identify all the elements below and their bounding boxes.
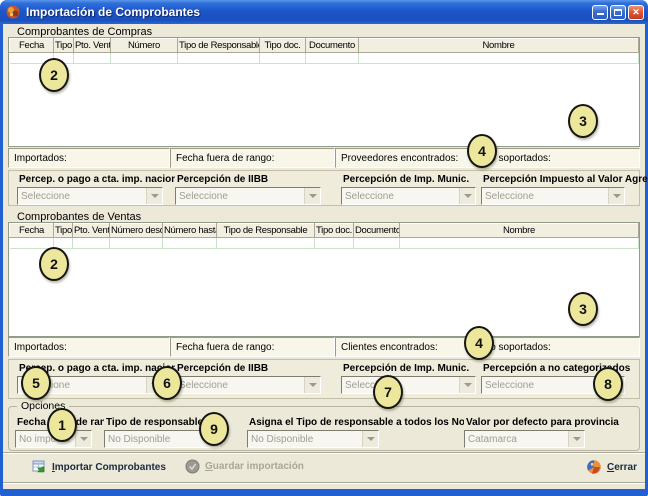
percep-iibb-label: Percepción de IIBB [177, 174, 341, 185]
callout-badge: 5 [21, 366, 51, 400]
divider [3, 482, 645, 484]
titlebar[interactable]: Importación de Comprobantes ✕ [0, 0, 648, 24]
callout-badge: 9 [199, 412, 229, 446]
provincia-default-label: Valor por defecto para provincia [466, 417, 631, 428]
import-comprobantes-window: Importación de Comprobantes ✕ Comprobant… [0, 0, 648, 496]
column-header[interactable]: Tipo de Responsable [178, 39, 260, 53]
chevron-down-icon [459, 377, 475, 393]
chevron-down-icon [362, 431, 378, 447]
callout-badge: 1 [47, 408, 77, 442]
percep-munic-label: Percepción de Imp. Munic. [343, 174, 481, 185]
asigna-tipo-responsable-label: Asigna el Tipo de responsable a todos lo… [249, 417, 464, 428]
footer-toolbar: Importar Comprobantes Guardar importació… [3, 454, 645, 482]
importados-status: Importados: [8, 148, 170, 168]
ventas-stats-row: Importados: Fecha fuera de rango: Client… [8, 337, 640, 357]
column-header[interactable]: Tipo de Responsable [217, 224, 315, 238]
percep-munic-label: Percepción de Imp. Munic. [343, 363, 481, 374]
column-header[interactable]: Tipo doc. [260, 39, 306, 53]
proveedores-encontrados-status: Proveedores encontrados: [335, 148, 477, 168]
importados-status: Importados: [8, 337, 170, 357]
chevron-down-icon [304, 188, 320, 204]
column-header[interactable]: Tipo [54, 39, 74, 53]
chevron-down-icon [459, 188, 475, 204]
percep-munic-select[interactable]: Seleccione [341, 187, 476, 205]
callout-badge: 2 [39, 247, 69, 281]
percep-iibb-select[interactable]: Seleccione [175, 376, 321, 394]
opciones-groupbox: Opciones Fecha fuera de rango No importa… [8, 406, 640, 451]
minimize-button[interactable] [592, 5, 608, 20]
percep-nacionales-select[interactable]: Seleccione [17, 187, 163, 205]
fecha-fuera-rango-status: Fecha fuera de rango: [170, 337, 335, 357]
column-header[interactable]: Nombre [400, 224, 639, 238]
callout-badge: 4 [464, 326, 494, 360]
callout-badge: 2 [39, 58, 69, 92]
column-header[interactable]: Número desde [110, 224, 163, 238]
column-header[interactable]: Número [111, 39, 178, 53]
column-header[interactable]: Número hasta [163, 224, 217, 238]
import-grid-icon [31, 459, 47, 475]
compras-stats-row: Importados: Fecha fuera de rango: Provee… [8, 148, 640, 168]
ventas-grid[interactable]: Fecha Tipo Pto. Venta Número desde Númer… [8, 222, 640, 337]
chevron-down-icon [568, 431, 584, 447]
percep-munic-select[interactable]: Seleccione [341, 376, 476, 394]
maximize-button[interactable] [610, 5, 626, 20]
column-header[interactable]: Fecha [10, 224, 54, 238]
cerrar-button[interactable]: Cerrar [586, 459, 637, 475]
app-icon [5, 4, 21, 20]
column-header[interactable]: Pto. Venta [74, 39, 111, 53]
callout-badge: 8 [593, 367, 623, 401]
percep-iva-select[interactable]: Seleccione [481, 187, 625, 205]
callout-badge: 7 [373, 375, 403, 409]
chevron-down-icon [146, 188, 162, 204]
save-disc-icon [185, 459, 200, 474]
column-header[interactable]: Documento [306, 39, 359, 53]
table-row [10, 238, 639, 249]
column-header[interactable]: Documento [354, 224, 400, 238]
percep-iibb-label: Percepción de IIBB [177, 363, 341, 374]
percep-nacionales-label: Percep. o pago a cta. imp. nacionales [19, 174, 175, 185]
chevron-down-icon [304, 377, 320, 393]
compras-grid[interactable]: Fecha Tipo Pto. Venta Número Tipo de Res… [8, 37, 640, 147]
provincia-default-select[interactable]: Catamarca [464, 430, 585, 448]
clientes-encontrados-status: Clientes encontrados: [335, 337, 477, 357]
callout-badge: 3 [568, 292, 598, 326]
compras-grid-body[interactable] [9, 64, 639, 145]
guardar-importacion-button[interactable]: Guardar importación [185, 459, 304, 474]
callout-badge: 4 [467, 134, 497, 168]
callout-badge: 3 [568, 104, 598, 138]
chevron-down-icon [608, 188, 624, 204]
ventas-percepciones-panel: Percep. o pago a cta. imp. nacionales Se… [8, 359, 640, 399]
column-header[interactable]: Tipo doc. [315, 224, 354, 238]
client-area: Comprobantes de Compras Fecha Tipo Pto. … [3, 24, 645, 489]
callout-badge: 6 [152, 366, 182, 400]
close-window-button[interactable]: ✕ [628, 5, 644, 20]
column-header[interactable]: Pto. Venta [73, 224, 110, 238]
window-title: Importación de Comprobantes [26, 5, 592, 19]
importar-comprobantes-button[interactable]: Importar Comprobantes [31, 459, 166, 475]
column-header[interactable]: Tipo [54, 224, 73, 238]
percep-iibb-select[interactable]: Seleccione [175, 187, 321, 205]
no-soportados-status: No soportados: [477, 148, 640, 168]
column-header[interactable]: Nombre [359, 39, 639, 53]
ventas-grid-body[interactable] [9, 249, 639, 335]
chevron-down-icon [75, 431, 91, 447]
percep-iva-label: Percepción Impuesto al Valor Agregado [483, 174, 648, 185]
asigna-tipo-responsable-select[interactable]: No Disponible [247, 430, 379, 448]
no-soportados-status: No soportados: [477, 337, 640, 357]
table-row [10, 53, 639, 64]
exit-sphere-icon [586, 459, 602, 475]
fecha-fuera-rango-status: Fecha fuera de rango: [170, 148, 335, 168]
compras-percepciones-panel: Percep. o pago a cta. imp. nacionales Se… [8, 170, 640, 206]
column-header[interactable]: Fecha [10, 39, 54, 53]
